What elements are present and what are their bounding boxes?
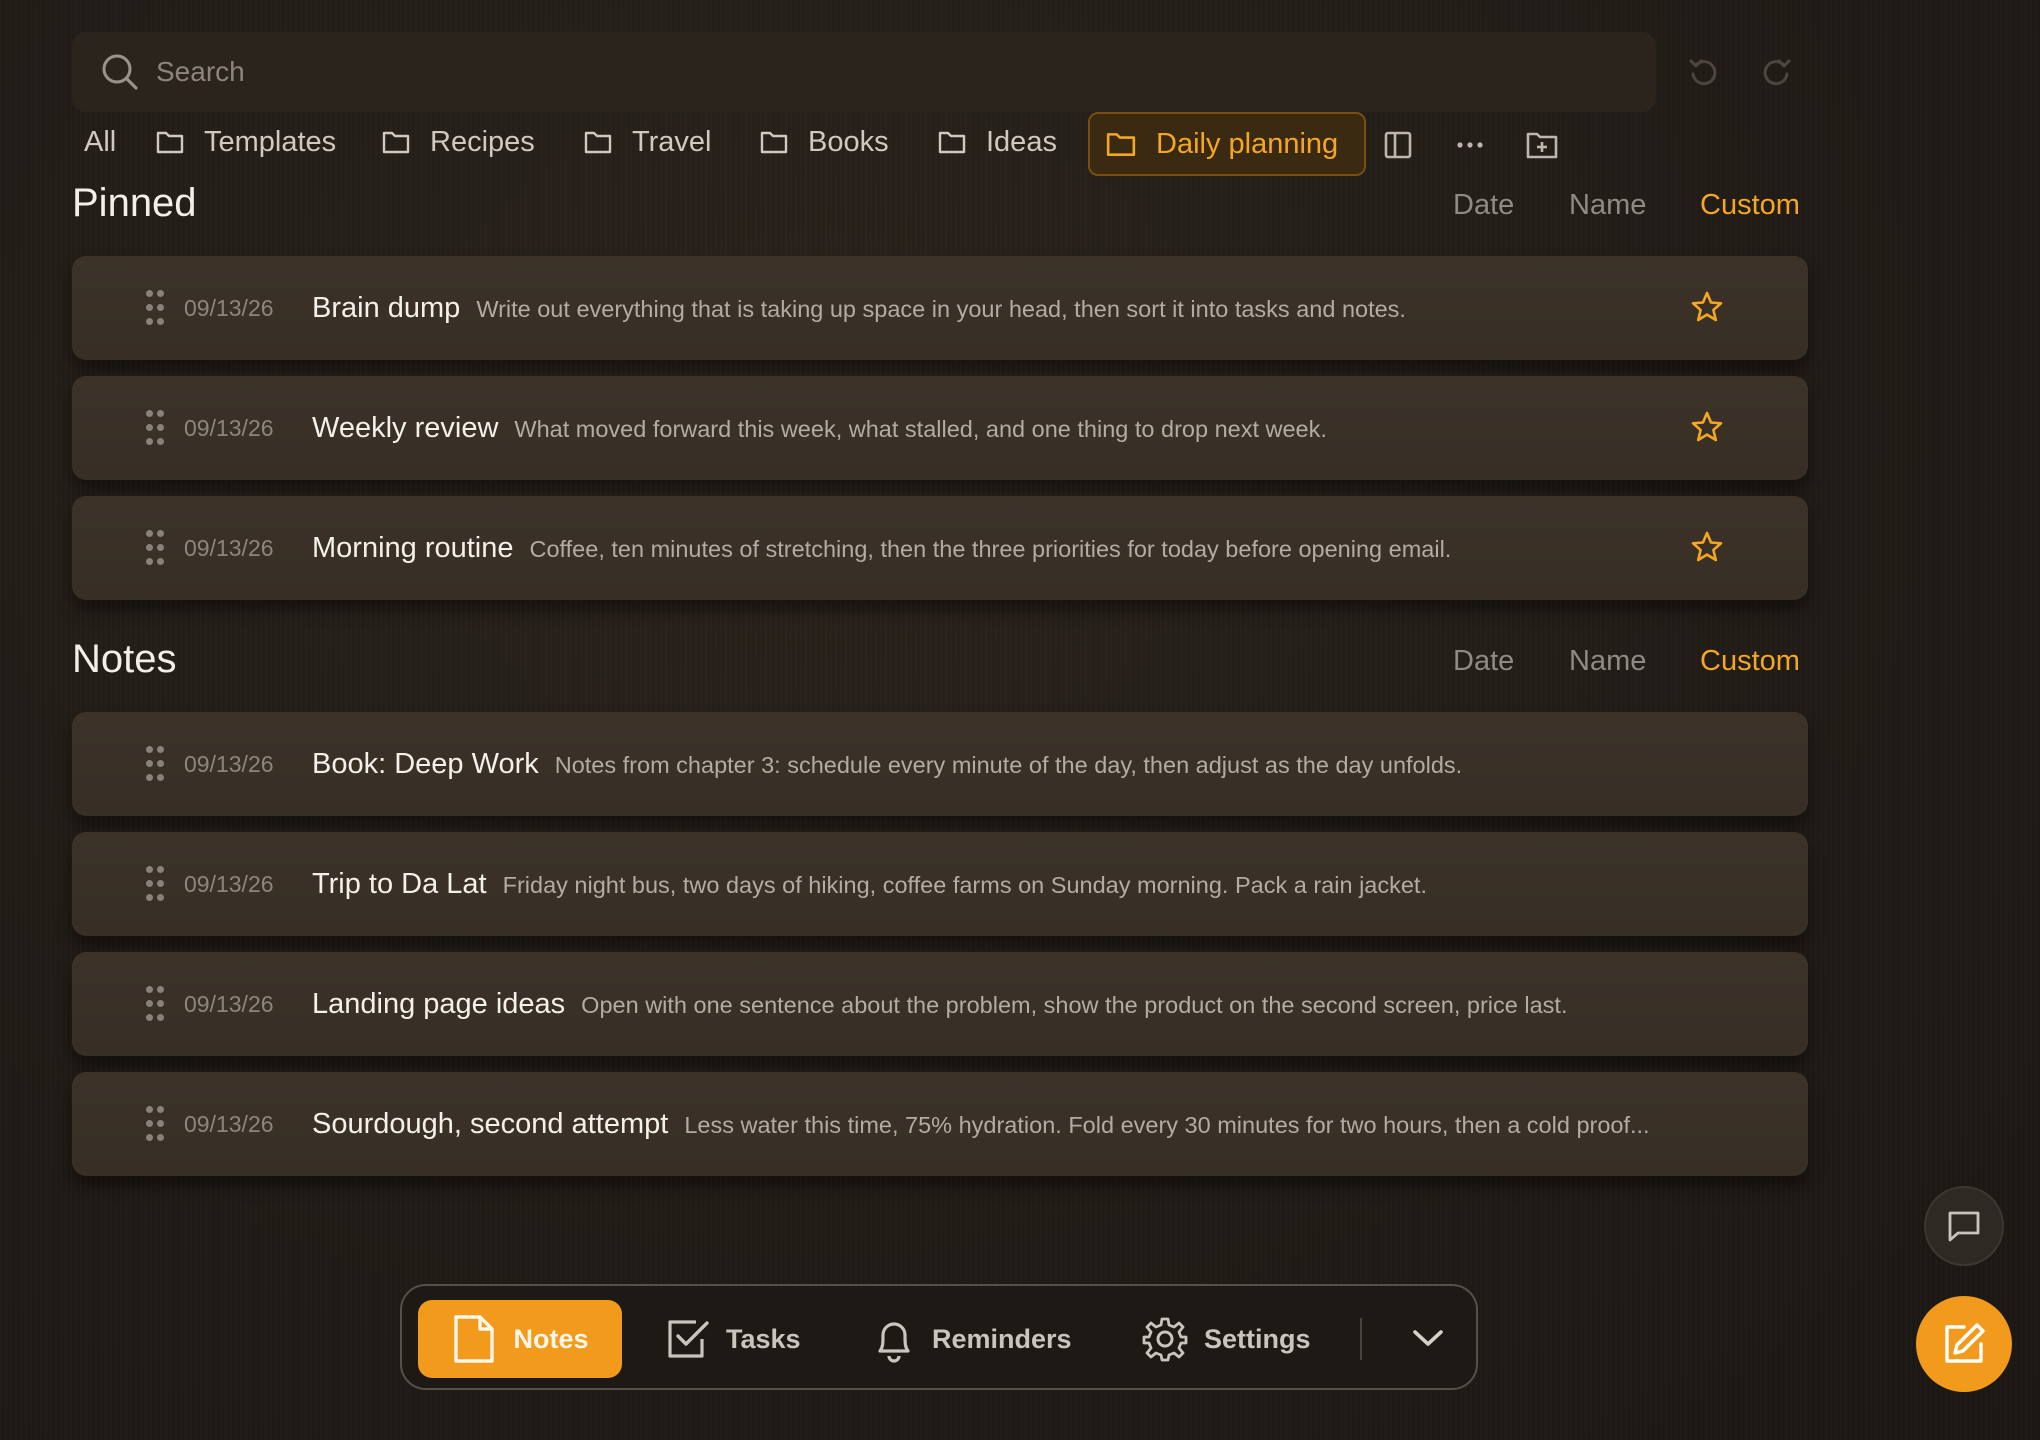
- note-title: Book: Deep Work: [312, 747, 539, 780]
- note-title: Sourdough, second attempt: [312, 1107, 669, 1140]
- nav-reminders[interactable]: Reminders: [872, 1300, 1072, 1378]
- checkbox-icon: [668, 1320, 709, 1358]
- note-icon: [454, 1315, 495, 1363]
- note-preview: Coffee, ten minutes of stretching, then …: [529, 535, 1452, 562]
- folder-label: Travel: [632, 125, 712, 158]
- folder-tab-travel[interactable]: Travel: [584, 110, 712, 174]
- folder-icon: [156, 131, 184, 154]
- nav-notes[interactable]: Notes: [418, 1300, 622, 1378]
- note-date: 09/13/26: [184, 870, 274, 897]
- nav-label: Reminders: [932, 1323, 1072, 1354]
- sort-by-date[interactable]: Date: [1453, 645, 1514, 678]
- folder-tabs: All Templates Recipes Travel Books Ideas…: [72, 110, 1672, 180]
- note-preview: Less water this time, 75% hydration. Fol…: [684, 1111, 1650, 1138]
- edit-icon: [1945, 1323, 1985, 1363]
- note-preview: Open with one sentence about the problem…: [581, 991, 1568, 1018]
- new-note-button[interactable]: [1916, 1296, 2012, 1392]
- chevron-down-icon[interactable]: [1406, 1316, 1450, 1360]
- more-options-icon[interactable]: [1450, 125, 1490, 165]
- nav-divider: [1360, 1318, 1362, 1360]
- sort-by-custom[interactable]: Custom: [1700, 645, 1800, 678]
- nav-tasks[interactable]: Tasks: [666, 1300, 801, 1378]
- note-date: 09/13/26: [184, 990, 274, 1017]
- note-date: 09/13/26: [184, 1110, 274, 1137]
- folder-label: Ideas: [986, 125, 1057, 158]
- note-card[interactable]: 09/13/26 Book: Deep Work Notes from chapt…: [72, 712, 1808, 816]
- pinned-note-card[interactable]: 09/13/26 Weekly review What moved forward…: [72, 376, 1808, 480]
- folder-icon: [1106, 133, 1136, 156]
- note-title: Weekly review: [312, 411, 499, 444]
- nav-label: Notes: [513, 1323, 589, 1354]
- folder-icon: [938, 131, 966, 154]
- pinned-note-card[interactable]: 09/13/26 Morning routine Coffee, ten minu…: [72, 496, 1808, 600]
- chat-button[interactable]: [1924, 1186, 2004, 1266]
- folder-tab-all[interactable]: All: [84, 110, 116, 174]
- bottom-nav: Notes Tasks Reminders Settings: [400, 1284, 1478, 1390]
- pinned-note-card[interactable]: 09/13/26 Brain dump Write out everything …: [72, 256, 1808, 360]
- folder-label: Recipes: [430, 125, 535, 158]
- folder-tab-templates[interactable]: Templates: [156, 110, 336, 174]
- search-icon: [98, 50, 142, 94]
- sort-by-custom[interactable]: Custom: [1700, 189, 1800, 222]
- note-date: 09/13/26: [184, 750, 274, 777]
- note-title: Morning routine: [312, 531, 514, 564]
- drag-handle-icon[interactable]: [146, 410, 164, 446]
- gear-icon: [1142, 1317, 1188, 1362]
- note-preview: Friday night bus, two days of hiking, co…: [502, 871, 1427, 898]
- star-icon[interactable]: [1690, 290, 1724, 324]
- redo-icon[interactable]: [1754, 50, 1798, 94]
- folder-label: All: [84, 125, 117, 158]
- sort-by-name[interactable]: Name: [1569, 189, 1646, 222]
- note-date: 09/13/26: [184, 294, 274, 321]
- note-card[interactable]: 09/13/26 Landing page ideas Open with one…: [72, 952, 1808, 1056]
- folder-icon: [584, 131, 612, 154]
- star-icon[interactable]: [1690, 530, 1724, 564]
- new-folder-icon[interactable]: [1522, 125, 1562, 165]
- folder-tab-books[interactable]: Books: [760, 110, 889, 174]
- sort-by-name[interactable]: Name: [1569, 645, 1646, 678]
- folder-label: Templates: [204, 125, 337, 158]
- folder-tab-recipes[interactable]: Recipes: [382, 110, 535, 174]
- note-preview: Write out everything that is taking up s…: [476, 295, 1406, 322]
- folder-icon: [760, 131, 788, 154]
- note-card[interactable]: 09/13/26 Sourdough, second attempt Less w…: [72, 1072, 1808, 1176]
- folder-icon: [382, 131, 410, 154]
- pinned-section-title: Pinned: [72, 181, 197, 225]
- folder-tab-daily-planning[interactable]: Daily planning: [1088, 112, 1367, 176]
- sidebar-toggle-icon[interactable]: [1378, 125, 1418, 165]
- nav-label: Settings: [1204, 1323, 1311, 1354]
- note-date: 09/13/26: [184, 414, 274, 441]
- nav-settings[interactable]: Settings: [1142, 1300, 1311, 1378]
- drag-handle-icon[interactable]: [146, 746, 164, 782]
- note-card[interactable]: 09/13/26 Trip to Da Lat Friday night bus,…: [72, 832, 1808, 936]
- folder-label: Daily planning: [1156, 127, 1339, 160]
- note-title: Brain dump: [312, 291, 461, 324]
- bell-icon: [878, 1322, 910, 1363]
- search-bar[interactable]: Search: [72, 32, 1656, 112]
- notes-section-title: Notes: [72, 637, 177, 681]
- sort-by-date[interactable]: Date: [1453, 189, 1514, 222]
- drag-handle-icon[interactable]: [146, 1106, 164, 1142]
- folder-label: Books: [808, 125, 889, 158]
- drag-handle-icon[interactable]: [146, 866, 164, 902]
- search-input[interactable]: Search: [156, 56, 245, 88]
- folder-tab-ideas[interactable]: Ideas: [938, 110, 1057, 174]
- drag-handle-icon[interactable]: [146, 530, 164, 566]
- star-icon[interactable]: [1690, 410, 1724, 444]
- note-date: 09/13/26: [184, 534, 274, 561]
- note-title: Trip to Da Lat: [312, 867, 487, 900]
- nav-label: Tasks: [726, 1323, 801, 1354]
- chat-icon: [1948, 1211, 1980, 1242]
- note-preview: Notes from chapter 3: schedule every min…: [554, 751, 1463, 778]
- drag-handle-icon[interactable]: [146, 290, 164, 326]
- note-preview: What moved forward this week, what stall…: [514, 415, 1327, 442]
- note-title: Landing page ideas: [312, 987, 566, 1020]
- drag-handle-icon[interactable]: [146, 986, 164, 1022]
- undo-icon[interactable]: [1682, 50, 1726, 94]
